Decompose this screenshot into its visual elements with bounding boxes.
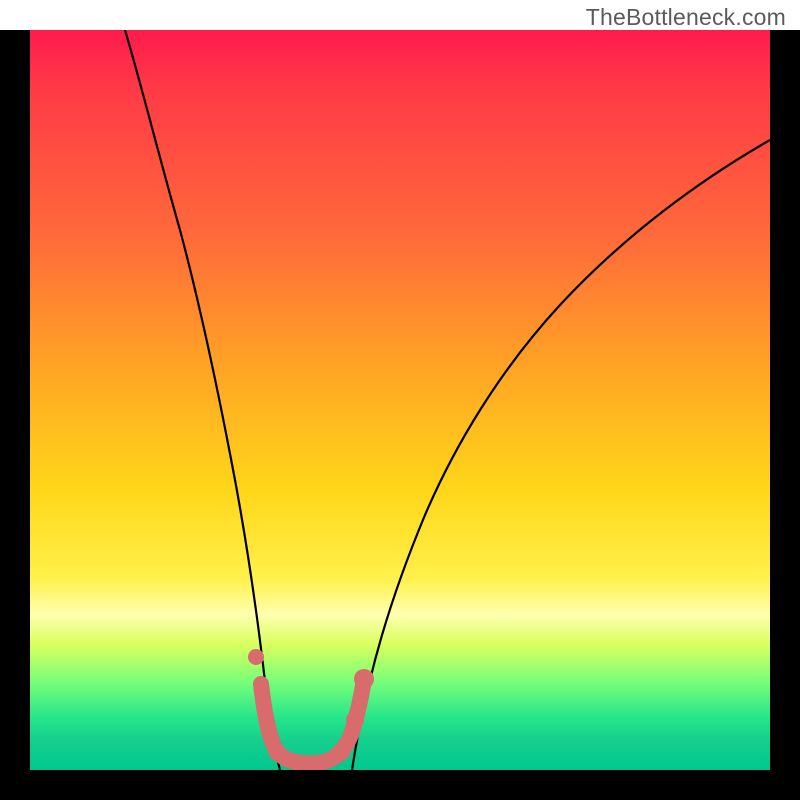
right-curve bbox=[352, 140, 770, 770]
dot-mid-right bbox=[346, 711, 364, 729]
dot-bottom-right bbox=[332, 743, 350, 761]
plot-area bbox=[30, 30, 770, 770]
plot-frame bbox=[0, 30, 800, 800]
plot-svg bbox=[30, 30, 770, 770]
dot-top-right-curve bbox=[354, 669, 374, 689]
dot-bottom-left bbox=[269, 745, 285, 761]
dot-top-left-curve bbox=[248, 649, 264, 665]
watermark-text: TheBottleneck.com bbox=[586, 4, 786, 31]
chart-stage: TheBottleneck.com bbox=[0, 0, 800, 800]
